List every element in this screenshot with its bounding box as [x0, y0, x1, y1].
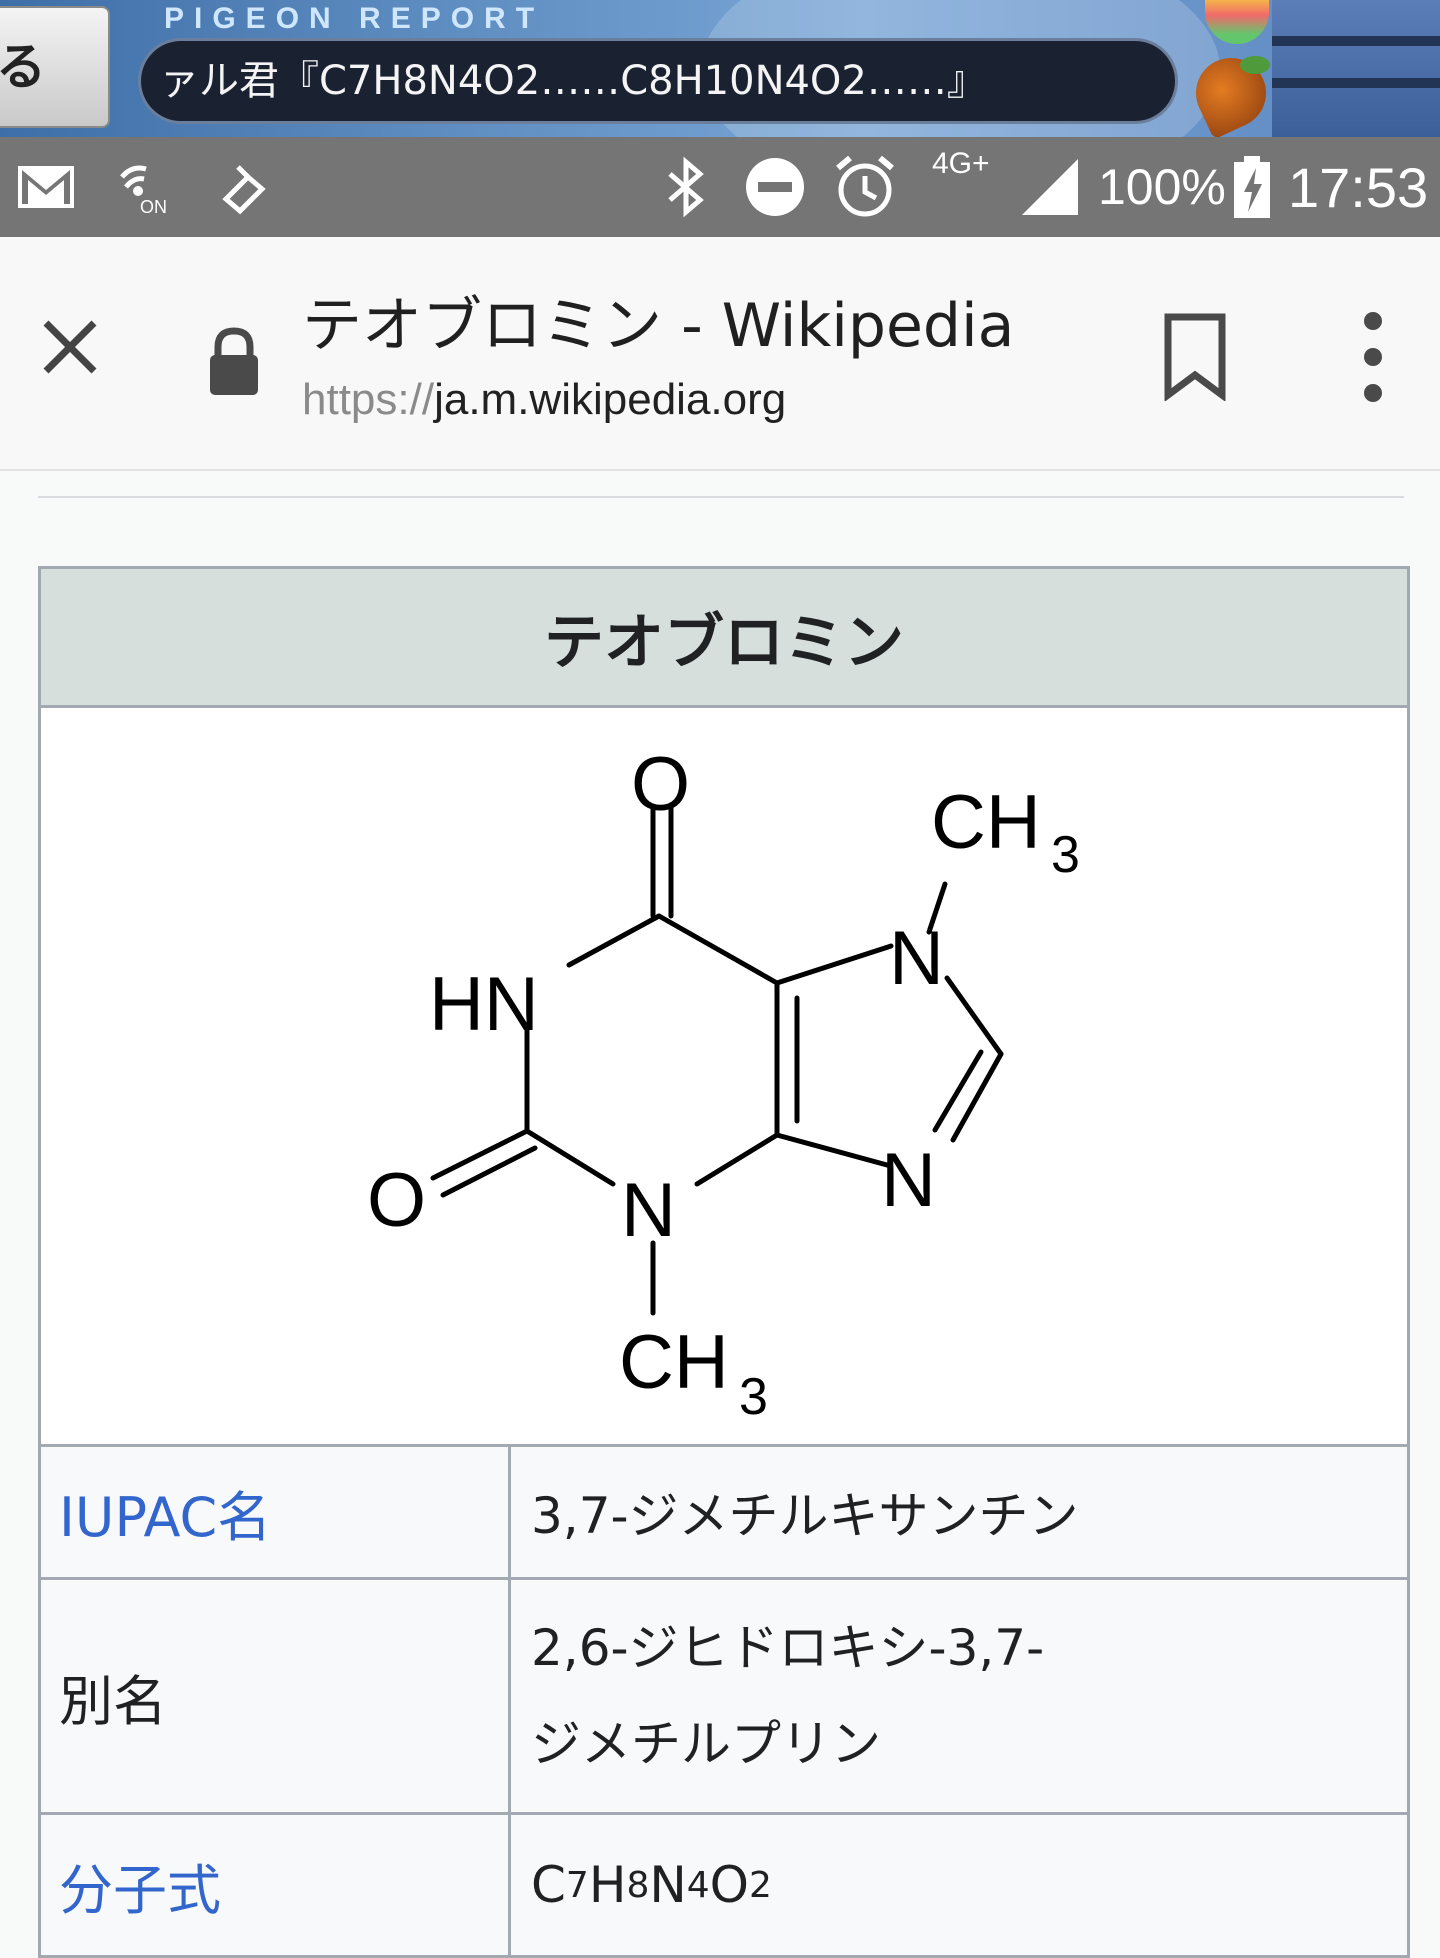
- alias-value-line1: 2,6-ジヒドロキシ-3,7-: [531, 1619, 1045, 1677]
- nfc-on-icon: ON: [112, 137, 182, 237]
- game-banner: る PIGEON REPORT ァル君『C7H8N4O2……C8H10N4O2……: [0, 0, 1440, 137]
- alias-label: 別名: [41, 1580, 511, 1812]
- infobox-row-iupac: IUPAC名 3,7-ジメチルキサンチン: [41, 1447, 1407, 1580]
- url-host: ja.m.wikipedia.org: [434, 375, 787, 424]
- leaf-icon: [1240, 56, 1270, 74]
- gmail-icon: [16, 137, 76, 237]
- molecular-formula-link[interactable]: 分子式: [41, 1815, 511, 1955]
- clock-time: 17:53: [1288, 155, 1429, 219]
- browser-toolbar: テオブロミン - Wikipedia https://ja.m.wikipedi…: [0, 237, 1440, 471]
- bookmark-icon[interactable]: [1160, 311, 1230, 402]
- sweets-cup-icon: [1205, 0, 1269, 44]
- atom-ch3-top-sub: 3: [1051, 826, 1080, 884]
- formula-o-count: 2: [749, 1864, 772, 1906]
- infobox-row-alias: 別名 2,6-ジヒドロキシ-3,7- ジメチルプリン: [41, 1580, 1407, 1815]
- signal-icon: [1020, 137, 1080, 237]
- alias-value: 2,6-ジヒドロキシ-3,7- ジメチルプリン: [511, 1580, 1407, 1812]
- bluetooth-icon: [664, 137, 708, 237]
- banner-ticker-text: ァル君『C7H8N4O2……C8H10N4O2……』: [159, 58, 987, 104]
- alarm-icon: [832, 137, 898, 237]
- atom-n7: N: [889, 916, 944, 1001]
- infobox-row-formula: 分子式 C7H8N4O2: [41, 1815, 1407, 1955]
- url-scheme: https://: [302, 375, 435, 424]
- formula-c-count: 7: [565, 1864, 589, 1906]
- formula-c: C: [531, 1856, 566, 1914]
- atom-ch3-top: CH: [931, 780, 1041, 865]
- atom-hn: HN: [429, 962, 539, 1047]
- battery-charging-icon: [1232, 137, 1272, 237]
- atom-o-top: O: [631, 742, 690, 827]
- touch-icon: [218, 137, 270, 237]
- status-bar: ON 4G+ 100% 17:53: [0, 137, 1440, 237]
- atom-ch3-bottom-sub: 3: [739, 1368, 768, 1426]
- battery-percent: 100%: [1098, 159, 1226, 215]
- formula-n-count: 4: [686, 1864, 710, 1906]
- more-vert-icon[interactable]: [1350, 307, 1396, 407]
- page-url[interactable]: https://ja.m.wikipedia.org: [302, 375, 786, 425]
- iupac-name-value: 3,7-ジメチルキサンチン: [531, 1487, 1079, 1545]
- molecular-formula-value: C7H8N4O2: [511, 1815, 1407, 1955]
- do-not-disturb-icon: [744, 137, 806, 237]
- banner-back-button[interactable]: る: [0, 6, 110, 128]
- structure-image: O HN N CH 3 N O N CH 3: [41, 708, 1407, 1447]
- page-title: テオブロミン - Wikipedia: [302, 291, 1015, 361]
- formula-h-count: 8: [626, 1864, 650, 1906]
- infobox-title: テオブロミン: [41, 569, 1407, 708]
- atom-n9: N: [881, 1138, 936, 1223]
- atom-n3: N: [621, 1168, 676, 1253]
- network-type-label: 4G+: [932, 147, 990, 180]
- atom-o-left: O: [367, 1158, 426, 1243]
- infobox: テオブロミン O HN N CH 3 N O N CH 3 IUPAC名 3,7…: [38, 566, 1410, 1958]
- banner-title: PIGEON REPORT: [164, 2, 545, 35]
- svg-text:ON: ON: [140, 197, 167, 217]
- banner-side-panel: [1272, 0, 1440, 137]
- alias-value-line2: ジメチルプリン: [531, 1715, 881, 1773]
- lock-icon[interactable]: [206, 327, 262, 397]
- formula-h: H: [588, 1856, 627, 1914]
- atom-ch3-bottom: CH: [619, 1320, 729, 1405]
- theobromine-structure: O HN N CH 3 N O N CH 3: [367, 742, 1080, 1426]
- section-divider: [38, 496, 1404, 498]
- banner-ticker: ァル君『C7H8N4O2……C8H10N4O2……』: [138, 38, 1178, 124]
- iupac-name-link[interactable]: IUPAC名: [41, 1447, 511, 1577]
- formula-n: N: [649, 1856, 687, 1914]
- close-icon[interactable]: [30, 307, 110, 387]
- formula-o: O: [709, 1856, 750, 1914]
